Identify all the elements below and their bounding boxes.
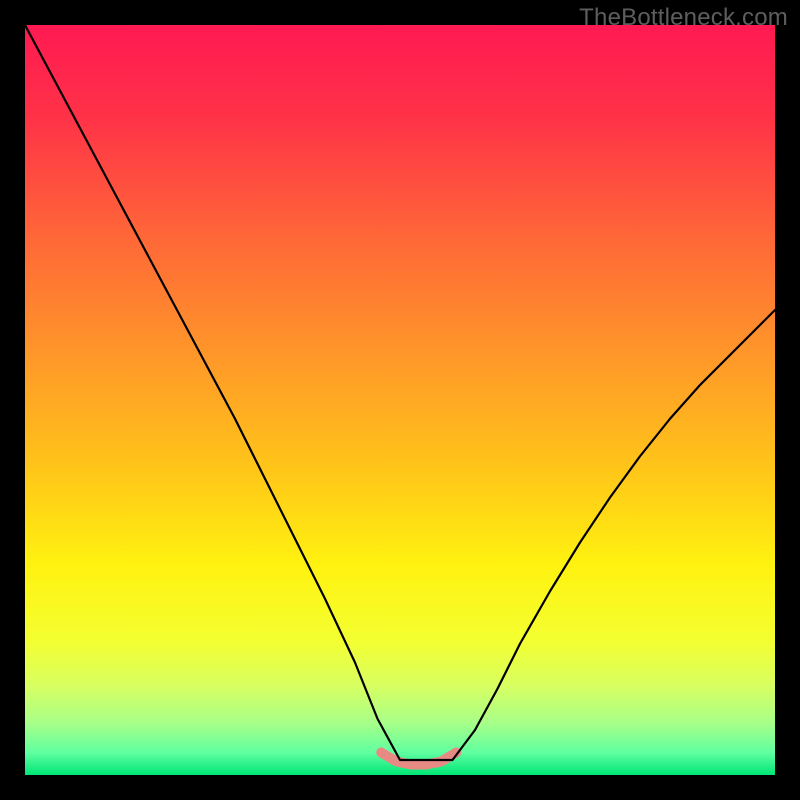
plot-area [25, 25, 775, 775]
watermark-text: TheBottleneck.com [579, 4, 788, 32]
bottleneck-plot [25, 25, 775, 775]
gradient-background [25, 25, 775, 775]
chart-frame: TheBottleneck.com [0, 0, 800, 800]
